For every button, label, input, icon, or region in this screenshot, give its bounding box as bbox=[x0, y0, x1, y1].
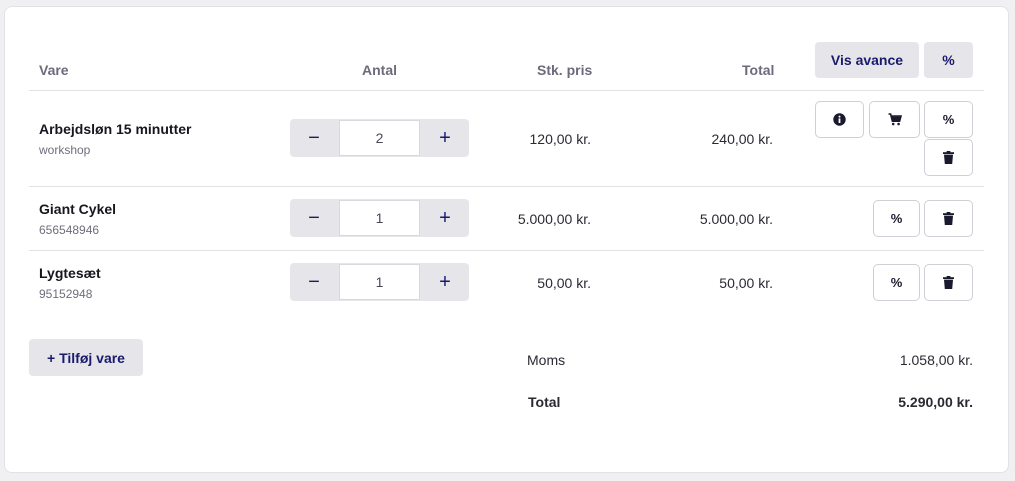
delete-button[interactable] bbox=[924, 264, 973, 301]
total-label: Total bbox=[528, 394, 561, 410]
add-item-button[interactable]: + Tilføj vare bbox=[29, 339, 143, 376]
trash-icon bbox=[943, 276, 954, 289]
header-total: Total bbox=[742, 62, 775, 78]
cart-button[interactable] bbox=[869, 101, 920, 138]
decrease-quantity-button[interactable]: − bbox=[290, 199, 338, 237]
divider bbox=[29, 90, 984, 91]
decrease-quantity-button[interactable]: − bbox=[290, 119, 338, 157]
quantity-stepper: − + bbox=[290, 199, 469, 237]
quantity-input[interactable] bbox=[339, 120, 420, 156]
vat-value: 1.058,00 kr. bbox=[899, 352, 973, 368]
quantity-stepper: − + bbox=[290, 263, 469, 301]
row-total: 50,00 kr. bbox=[719, 275, 773, 291]
total-value: 5.290,00 kr. bbox=[898, 394, 973, 410]
decrease-quantity-button[interactable]: − bbox=[290, 263, 338, 301]
discount-button[interactable]: % bbox=[873, 264, 920, 301]
increase-quantity-button[interactable]: + bbox=[421, 119, 469, 157]
row-total: 240,00 kr. bbox=[711, 131, 774, 147]
quantity-input[interactable] bbox=[339, 200, 420, 236]
cart-icon bbox=[888, 113, 902, 126]
increase-quantity-button[interactable]: + bbox=[421, 263, 469, 301]
divider bbox=[29, 250, 984, 251]
divider bbox=[29, 186, 984, 187]
row-unit-price: 50,00 kr. bbox=[537, 275, 591, 291]
quantity-input[interactable] bbox=[339, 264, 420, 300]
header-percent-button[interactable]: % bbox=[924, 42, 973, 78]
trash-icon bbox=[943, 212, 954, 225]
trash-icon bbox=[943, 151, 954, 164]
show-margin-button[interactable]: Vis avance bbox=[815, 42, 919, 78]
vat-label: Moms bbox=[527, 352, 566, 368]
header-qty: Antal bbox=[362, 62, 397, 78]
delete-button[interactable] bbox=[924, 139, 973, 176]
row-item-name: Arbejdsløn 15 minutter bbox=[39, 121, 192, 137]
discount-button[interactable]: % bbox=[873, 200, 920, 237]
row-item-sku: 656548946 bbox=[39, 223, 100, 237]
row-total: 5.000,00 kr. bbox=[699, 211, 773, 227]
info-icon bbox=[833, 113, 846, 126]
discount-button[interactable]: % bbox=[924, 101, 973, 138]
delete-button[interactable] bbox=[924, 200, 973, 237]
increase-quantity-button[interactable]: + bbox=[421, 199, 469, 237]
row-unit-price: 120,00 kr. bbox=[529, 131, 592, 147]
quantity-stepper: − + bbox=[290, 119, 469, 157]
row-item-name: Giant Cykel bbox=[39, 201, 117, 217]
info-button[interactable] bbox=[815, 101, 864, 138]
row-item-sku: 95152948 bbox=[39, 287, 93, 301]
header-item: Vare bbox=[39, 62, 69, 78]
row-item-name: Lygtesæt bbox=[39, 265, 101, 281]
header-unit-price: Stk. pris bbox=[537, 62, 593, 78]
row-item-sku: workshop bbox=[39, 143, 91, 157]
row-unit-price: 5.000,00 kr. bbox=[517, 211, 591, 227]
